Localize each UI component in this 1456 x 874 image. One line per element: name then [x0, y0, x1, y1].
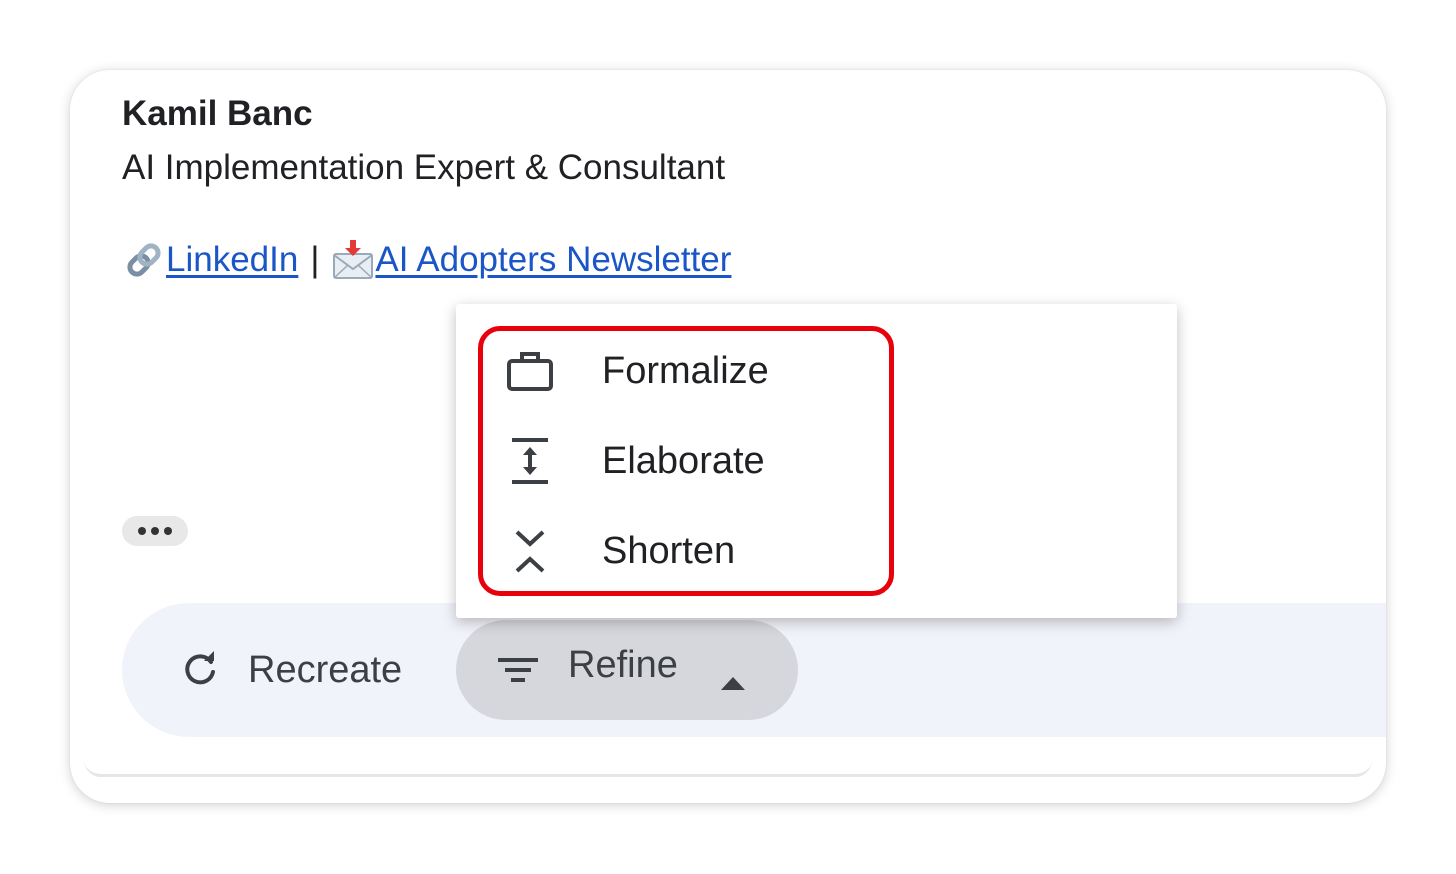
link-icon: [122, 238, 166, 282]
expand-vertical-icon: [506, 437, 554, 485]
menu-item-label: Formalize: [602, 349, 769, 392]
linkedin-link[interactable]: LinkedIn: [166, 240, 298, 280]
briefcase-icon: [506, 347, 554, 395]
ellipsis-dot: [164, 527, 172, 535]
newsletter-link[interactable]: AI Adopters Newsletter: [375, 240, 731, 280]
signature-links: LinkedIn | AI Adopters Newsletter: [122, 238, 731, 282]
menu-item-label: Elaborate: [602, 439, 765, 482]
signature-name: Kamil Banc: [122, 94, 313, 133]
menu-item-label: Shorten: [602, 529, 736, 572]
ellipsis-dot: [151, 527, 159, 535]
caret-up-icon: [720, 658, 746, 701]
card-bottom-divider: [84, 760, 1372, 777]
refine-dropdown-menu: Formalize Elaborate Shorten: [456, 304, 1177, 618]
collapse-vertical-icon: [506, 527, 554, 575]
menu-item-formalize[interactable]: Formalize: [456, 326, 1177, 416]
ellipsis-dot: [138, 527, 146, 535]
show-trimmed-content-button[interactable]: [122, 516, 188, 546]
menu-item-shorten[interactable]: Shorten: [456, 506, 1177, 596]
refine-button[interactable]: Refine: [456, 620, 798, 720]
recreate-label: Recreate: [248, 648, 403, 691]
refresh-icon: [178, 648, 222, 692]
filter-lines-icon: [496, 648, 540, 692]
recreate-button[interactable]: Recreate: [178, 634, 402, 706]
refine-label: Refine: [568, 644, 678, 686]
link-separator: |: [310, 240, 320, 279]
compose-card: Kamil Banc AI Implementation Expert & Co…: [70, 70, 1386, 803]
menu-item-elaborate[interactable]: Elaborate: [456, 416, 1177, 506]
signature-title: AI Implementation Expert & Consultant: [122, 148, 726, 187]
envelope-incoming-icon: [331, 238, 375, 282]
